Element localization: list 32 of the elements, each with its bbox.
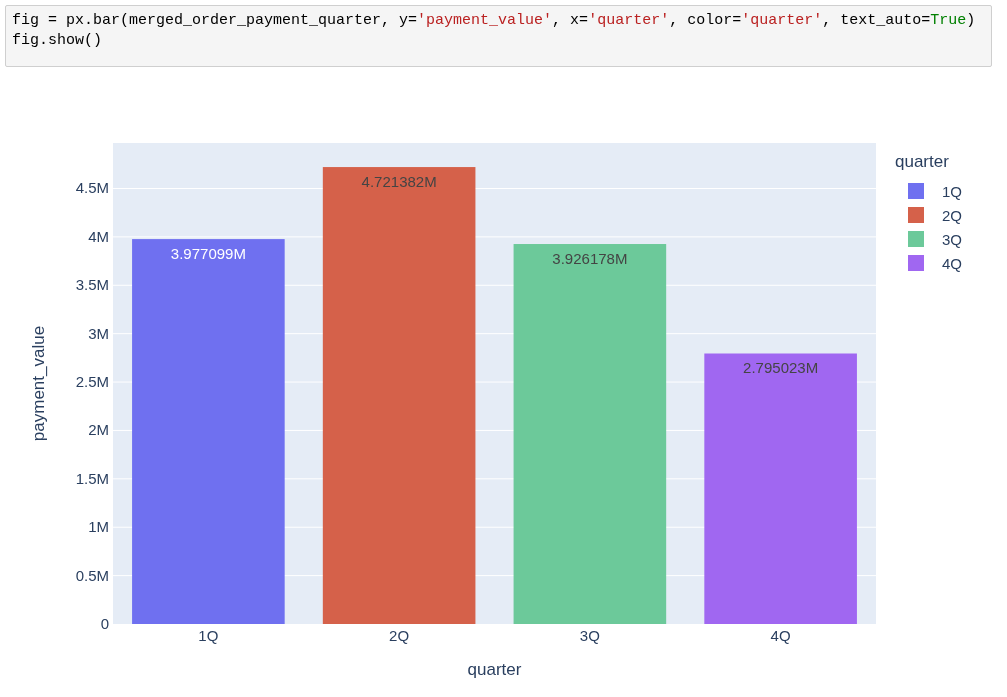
tick-label: 4Q — [770, 627, 791, 644]
legend-label: 1Q — [942, 183, 962, 200]
tick-label: 3.5M — [75, 276, 109, 294]
legend-title: quarter — [895, 152, 949, 171]
tick-label: 3M — [88, 324, 109, 342]
tick-label: 4M — [88, 227, 109, 245]
tick-label: 3Q — [579, 627, 600, 644]
code-cell[interactable]: fig = px.bar(merged_order_payment_quarter, y='payment_value', x='quarter', color='quarter', text_auto=True) fig.show() — [5, 5, 992, 67]
code-line: fig = px.bar(merged_order_payment_quarter, y='payment_value', x='quarter', color='quarter', text_auto=True) — [12, 11, 976, 31]
data-label: 2.795023M — [743, 359, 819, 377]
legend-swatch[interactable] — [908, 255, 924, 271]
data-label: 3.977099M — [170, 245, 246, 263]
data-label: 4.721382M — [361, 173, 437, 191]
axis-title: quarter — [467, 660, 522, 679]
tick-label: 4.5M — [75, 179, 109, 197]
legend-swatch[interactable] — [908, 207, 924, 223]
legend-swatch[interactable] — [908, 183, 924, 199]
tick-label: 0.5M — [75, 566, 109, 584]
tick-label: 1Q — [198, 627, 219, 644]
tick-label: 2M — [88, 421, 109, 439]
tick-label: 1.5M — [75, 469, 109, 487]
axis-title: payment_value — [29, 325, 48, 442]
code-line: fig.show() — [12, 31, 102, 51]
tick-label: 2Q — [389, 627, 410, 644]
tick-label: 1M — [88, 518, 109, 536]
legend-swatch[interactable] — [908, 231, 924, 247]
legend-label: 2Q — [942, 207, 962, 224]
legend-label: 3Q — [942, 231, 962, 248]
tick-label: 0 — [100, 615, 109, 632]
data-label: 3.926178M — [552, 250, 628, 267]
tick-label: 2.5M — [75, 373, 109, 391]
legend-label: 4Q — [942, 255, 962, 272]
